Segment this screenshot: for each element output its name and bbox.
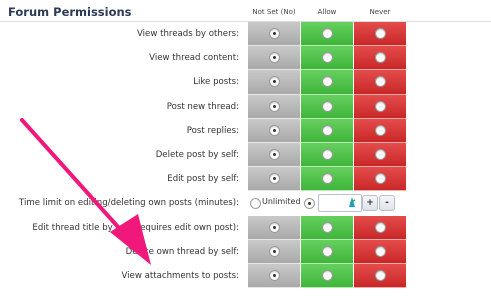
cell-never[interactable] (354, 46, 406, 71)
radio-never[interactable] (375, 221, 386, 233)
time-limit-controls: Unlimited + - (248, 191, 491, 215)
radio-not-set[interactable] (269, 28, 280, 39)
permission-row-time-limit: Time limit on editing/deleting own posts… (0, 191, 491, 215)
cell-not-set[interactable] (248, 142, 300, 168)
radio-allow[interactable] (322, 52, 333, 64)
permission-row: Like posts: (0, 70, 491, 95)
radio-not-set[interactable] (269, 52, 280, 64)
cell-allow[interactable] (301, 118, 353, 143)
permission-label: Edit post by self: (167, 174, 239, 185)
radio-allow[interactable] (322, 124, 333, 136)
cell-not-set[interactable] (248, 167, 300, 192)
radio-never[interactable] (375, 269, 386, 281)
radio-allow[interactable] (322, 148, 333, 160)
permission-label: Time limit on editing/deleting own posts… (19, 198, 239, 209)
permission-row: Edit post by self: (0, 167, 491, 192)
permission-row: Delete post by self: (0, 142, 491, 168)
permission-row: Post new thread: (0, 94, 491, 119)
permission-row-view-attachments: View attachments to posts: (0, 263, 491, 289)
radio-not-set[interactable] (269, 221, 280, 233)
cell-never[interactable] (354, 118, 406, 143)
permission-row: Edit thread title by self (requires edit… (0, 215, 491, 240)
cell-not-set[interactable] (248, 22, 300, 47)
decrement-button[interactable]: - (379, 195, 395, 212)
radio-allow[interactable] (322, 269, 333, 281)
cell-allow[interactable] (301, 70, 353, 95)
cell-allow[interactable] (301, 215, 353, 240)
radio-never[interactable] (375, 76, 386, 88)
radio-never[interactable] (375, 148, 386, 160)
radio-not-set[interactable] (269, 76, 280, 88)
radio-allow[interactable] (322, 100, 333, 112)
radio-not-set[interactable] (269, 245, 280, 257)
cell-never[interactable] (354, 239, 406, 264)
permission-label: View threads by others: (136, 29, 239, 39)
section-title: Forum Permissions (8, 5, 132, 19)
permission-label: Post new thread: (166, 101, 239, 112)
permissions-header: Forum Permissions Not Set (No) Allow Nev… (0, 0, 491, 22)
radio-not-set[interactable] (269, 148, 280, 160)
radio-allow[interactable] (322, 173, 333, 185)
cell-never[interactable] (354, 22, 406, 47)
radio-custom-minutes[interactable] (304, 198, 315, 210)
permission-label: Like posts: (193, 77, 239, 88)
cell-never[interactable] (354, 70, 406, 95)
cell-never[interactable] (354, 94, 406, 119)
radio-unlimited[interactable] (250, 198, 261, 210)
cell-allow[interactable] (301, 46, 353, 71)
radio-never[interactable] (375, 100, 386, 112)
permission-label: Delete post by self: (155, 149, 239, 160)
permission-row: View threads by others: (0, 22, 491, 47)
cell-not-set[interactable] (248, 70, 300, 95)
radio-never[interactable] (375, 52, 386, 64)
radio-not-set[interactable] (269, 269, 280, 281)
cell-not-set[interactable] (248, 239, 300, 264)
permission-label: Edit thread title by self (requires edit… (32, 222, 239, 233)
radio-never[interactable] (375, 124, 386, 136)
spinner-icon (349, 197, 356, 208)
permission-row: View thread content: (0, 46, 491, 71)
permission-row: Post replies: (0, 118, 491, 143)
radio-not-set[interactable] (269, 124, 280, 136)
column-header-allow: Allow (317, 8, 337, 16)
permission-label: Delete own thread by self: (125, 246, 239, 257)
radio-allow[interactable] (322, 221, 333, 233)
cell-not-set[interactable] (248, 263, 300, 289)
cell-allow[interactable] (301, 167, 353, 192)
radio-allow[interactable] (322, 245, 333, 257)
radio-allow[interactable] (322, 28, 333, 39)
radio-never[interactable] (375, 245, 386, 257)
cell-allow[interactable] (301, 142, 353, 168)
unlimited-label: Unlimited (262, 197, 301, 207)
permission-row: Delete own thread by self: (0, 239, 491, 264)
column-header-not-set: Not Set (No) (252, 8, 296, 16)
cell-never[interactable] (354, 215, 406, 240)
cell-not-set[interactable] (248, 46, 300, 71)
increment-button[interactable]: + (362, 195, 378, 212)
radio-never[interactable] (375, 173, 386, 185)
radio-not-set[interactable] (269, 173, 280, 185)
cell-not-set[interactable] (248, 215, 300, 240)
permission-list: View threads by others: View thread cont… (0, 22, 491, 289)
cell-never[interactable] (354, 167, 406, 192)
cell-allow[interactable] (301, 239, 353, 264)
column-header-never: Never (369, 8, 391, 16)
cell-allow[interactable] (301, 263, 353, 289)
cell-allow[interactable] (301, 22, 353, 47)
permission-label: Post replies: (186, 125, 239, 136)
radio-never[interactable] (375, 28, 386, 39)
cell-allow[interactable] (301, 94, 353, 119)
permission-label: View attachments to posts: (121, 270, 239, 281)
cell-never[interactable] (354, 142, 406, 168)
cell-not-set[interactable] (248, 94, 300, 119)
permission-label: View thread content: (149, 53, 239, 64)
radio-not-set[interactable] (269, 100, 280, 112)
radio-allow[interactable] (322, 76, 333, 88)
cell-not-set[interactable] (248, 118, 300, 143)
cell-never[interactable] (354, 263, 406, 289)
